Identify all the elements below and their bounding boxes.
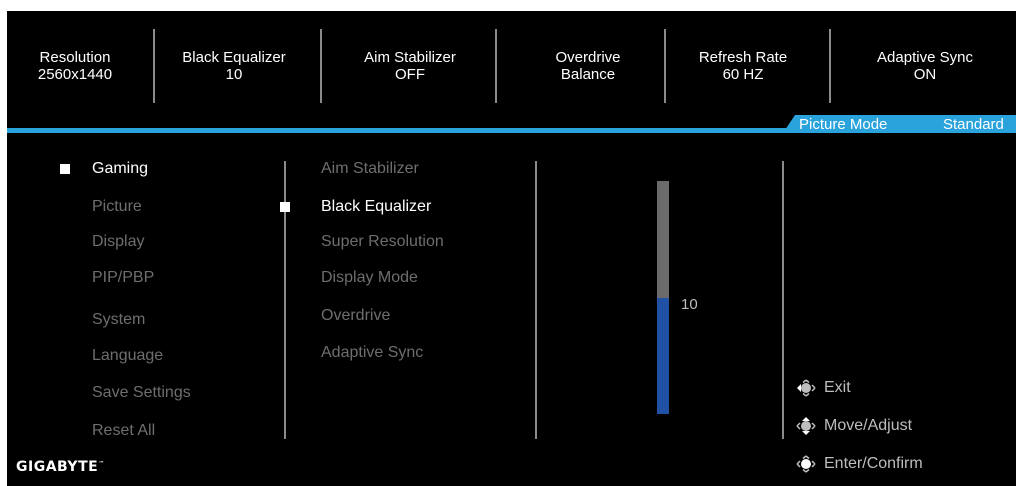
black-equalizer-slider[interactable] <box>657 181 669 414</box>
selection-bullet <box>60 164 70 174</box>
status-value: OFF <box>394 66 425 83</box>
picture-mode-value: Standard <box>943 116 1004 133</box>
status-value: 2560x1440 <box>37 66 113 83</box>
submenu-item-overdrive[interactable]: Overdrive <box>321 307 390 325</box>
hint-enter-confirm-label: Enter/Confirm <box>824 455 923 473</box>
divider <box>495 29 497 103</box>
status-value: ON <box>913 66 937 83</box>
divider <box>664 29 666 103</box>
submenu-item-display-mode[interactable]: Display Mode <box>321 269 418 287</box>
osd-panel: Resolution 2560x1440 Black Equalizer 10 … <box>7 11 1016 486</box>
submenu-item-aim-stabilizer[interactable]: Aim Stabilizer <box>321 160 419 178</box>
status-adaptive-sync: Adaptive Sync ON <box>877 49 973 83</box>
hint-move-adjust-label: Move/Adjust <box>824 417 913 435</box>
status-label: Aim Stabilizer <box>364 49 456 66</box>
submenu-item-black-equalizer[interactable]: Black Equalizer <box>321 198 431 216</box>
selection-bullet <box>280 202 290 212</box>
menu-item-gaming[interactable]: Gaming <box>92 160 148 178</box>
hint-enter-confirm: Enter/Confirm <box>792 455 923 473</box>
hint-move-adjust: Move/Adjust <box>792 417 912 435</box>
menu-item-pip-pbp[interactable]: PIP/PBP <box>92 269 154 287</box>
divider <box>320 29 322 103</box>
hint-exit-label: Exit <box>824 379 851 397</box>
logo-text: GIGABYTE <box>16 459 99 475</box>
menu-item-save-settings[interactable]: Save Settings <box>92 384 191 402</box>
divider <box>153 29 155 103</box>
status-label: Overdrive <box>555 49 621 66</box>
submenu-item-adaptive-sync[interactable]: Adaptive Sync <box>321 344 423 362</box>
menu-item-display[interactable]: Display <box>92 233 144 251</box>
status-label: Resolution <box>39 49 111 66</box>
status-aim-stabilizer: Aim Stabilizer OFF <box>364 49 456 83</box>
picture-mode-tab: Picture Mode Standard <box>783 115 1016 133</box>
menu-item-system[interactable]: System <box>92 311 145 329</box>
status-black-equalizer: Black Equalizer 10 <box>182 49 285 83</box>
status-label: Refresh Rate <box>698 49 788 66</box>
gigabyte-logo: GIGABYTE™ <box>16 459 105 475</box>
divider <box>782 161 784 439</box>
status-value: 60 HZ <box>722 66 764 83</box>
status-label: Adaptive Sync <box>877 49 973 66</box>
divider <box>535 161 537 439</box>
status-label: Black Equalizer <box>182 49 286 66</box>
picture-mode-label: Picture Mode <box>799 116 888 133</box>
hint-exit: Exit <box>792 379 851 397</box>
menu-item-picture[interactable]: Picture <box>92 198 142 216</box>
divider <box>829 29 831 103</box>
menu-item-language[interactable]: Language <box>92 347 163 365</box>
status-bar: Resolution 2560x1440 Black Equalizer 10 … <box>7 11 1016 119</box>
slider-value: 10 <box>681 296 698 313</box>
status-value: Balance <box>560 66 616 83</box>
joystick-updown-icon <box>796 417 816 435</box>
status-refresh-rate: Refresh Rate 60 HZ <box>699 49 787 83</box>
status-value: 10 <box>225 66 243 83</box>
submenu-item-super-resolution[interactable]: Super Resolution <box>321 233 444 251</box>
logo-tm: ™ <box>98 460 105 468</box>
status-overdrive: Overdrive Balance <box>555 49 620 83</box>
status-resolution: Resolution 2560x1440 <box>38 49 112 83</box>
menu-item-reset-all[interactable]: Reset All <box>92 422 155 440</box>
joystick-press-icon <box>796 455 816 473</box>
joystick-left-icon <box>797 379 816 397</box>
slider-fill <box>657 297 669 414</box>
